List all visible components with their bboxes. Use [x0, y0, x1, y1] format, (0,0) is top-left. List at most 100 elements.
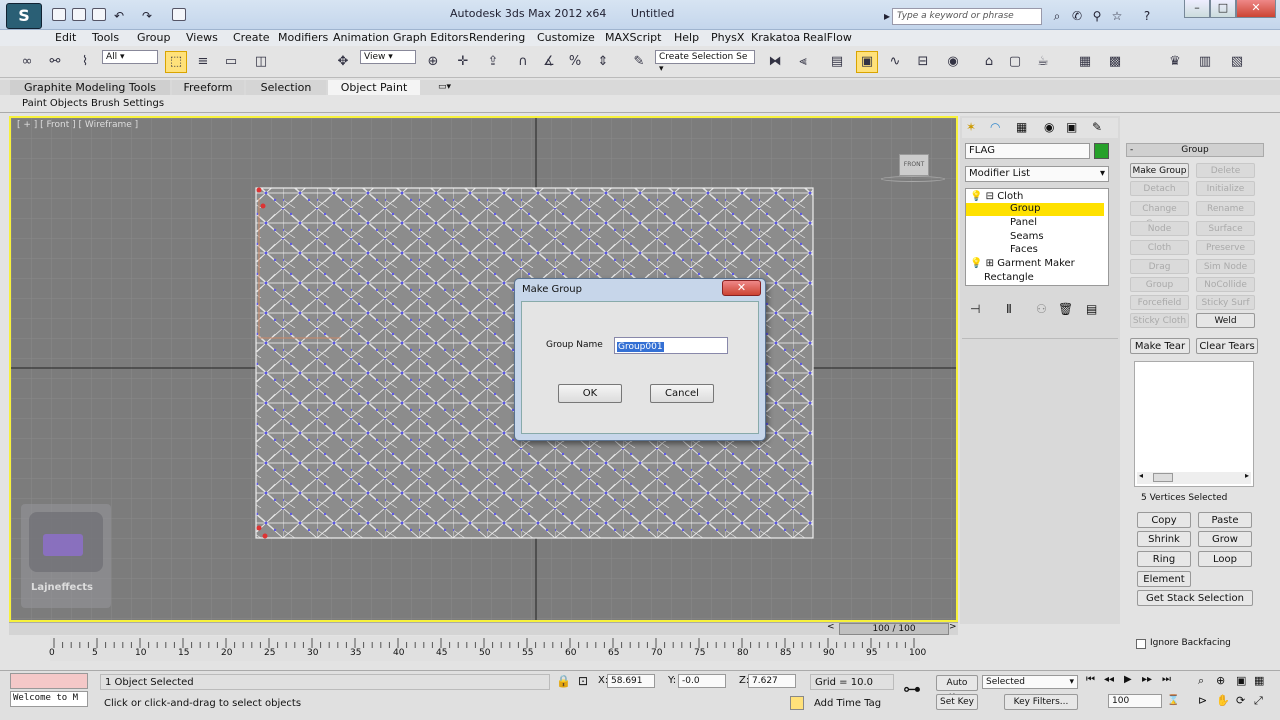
maxscript-listener-pink[interactable] — [10, 673, 88, 689]
named-selection-dropdown[interactable]: Create Selection Se ▾ — [655, 50, 755, 74]
group-rollout-header[interactable]: - Group — [1126, 143, 1264, 157]
exchange-icon[interactable]: ⚲ — [1090, 9, 1104, 23]
key-mode-dropdown[interactable]: Selected ▾ — [982, 675, 1078, 689]
display-tab-icon[interactable]: ▣ — [1066, 120, 1077, 134]
show-end-result-icon[interactable]: Ⅱ — [1006, 302, 1012, 316]
selection-filter-dropdown[interactable]: All ▾ — [102, 50, 158, 64]
current-frame-field[interactable]: 100 — [1108, 694, 1162, 708]
material-editor-icon[interactable]: ◉ — [942, 51, 964, 73]
menu-help[interactable]: Help — [674, 31, 699, 44]
shrink-button[interactable]: Shrink — [1137, 531, 1191, 547]
menu-physx[interactable]: PhysX — [711, 31, 744, 44]
curve-editor-icon[interactable]: ∿ — [884, 51, 906, 73]
time-slider-prev[interactable]: < — [827, 622, 835, 632]
stack-item-garment-maker[interactable]: 💡 ⊞ Garment Maker — [970, 258, 1075, 269]
track-bar[interactable]: 0 5 10 15 20 25 30 35 40 45 50 55 60 65 70 75 80 85 90 95 10… — [49, 636, 926, 661]
paste-button[interactable]: Paste — [1198, 512, 1252, 528]
favorites-icon[interactable]: ☆ — [1110, 9, 1124, 23]
y-coord-field[interactable]: -0.0 — [678, 674, 726, 688]
nocollide-button[interactable]: NoCollide — [1196, 277, 1255, 292]
go-to-end-icon[interactable]: ⏭ — [1162, 674, 1171, 685]
search-input[interactable]: Type a keyword or phrase — [892, 8, 1042, 25]
surface-button[interactable]: Surface — [1196, 221, 1255, 236]
add-time-tag[interactable]: Add Time Tag — [814, 698, 881, 709]
modify-tab-icon[interactable]: ◠ — [990, 120, 1000, 134]
initialize-button[interactable]: Initialize — [1196, 181, 1255, 196]
angle-snap-icon[interactable]: ∡ — [538, 51, 560, 73]
rendered-frame-icon[interactable]: ▢ — [1004, 51, 1026, 73]
zoom-icon[interactable]: ⌕ — [1198, 674, 1204, 688]
sim-node-button[interactable]: Sim Node — [1196, 259, 1255, 274]
group-name-input[interactable]: Group001 — [614, 337, 728, 354]
configure-modifier-sets-icon[interactable]: ▤ — [1086, 302, 1097, 316]
ok-button[interactable]: OK — [558, 384, 622, 403]
zoom-extents-icon[interactable]: ▣ — [1236, 674, 1246, 687]
object-name-field[interactable]: FLAG — [965, 143, 1090, 159]
menu-graph-editors[interactable]: Graph Editors — [393, 31, 469, 44]
pin-stack-icon[interactable]: ⊣ — [970, 302, 980, 316]
mirror-icon[interactable]: ⧓ — [764, 51, 786, 73]
detach-button[interactable]: Detach — [1130, 181, 1189, 196]
ignore-backfacing-checkbox[interactable] — [1136, 639, 1146, 649]
make-group-button[interactable]: Make Group — [1130, 163, 1189, 178]
binoculars-icon[interactable]: ⌕ — [1050, 9, 1064, 23]
tab-object-paint[interactable]: Object Paint — [328, 80, 420, 95]
drag-button[interactable]: Drag — [1130, 259, 1189, 274]
copy-button[interactable]: Copy — [1137, 512, 1191, 528]
get-stack-selection-button[interactable]: Get Stack Selection — [1137, 590, 1253, 606]
field-of-view-icon[interactable]: ⊳ — [1198, 694, 1207, 707]
menu-realflow[interactable]: RealFlow — [803, 31, 852, 44]
reference-coordinate-dropdown[interactable]: View ▾ — [360, 50, 416, 64]
key-filters-button[interactable]: Key Filters... — [1004, 694, 1078, 710]
clear-tears-button[interactable]: Clear Tears — [1196, 338, 1258, 354]
menu-rendering[interactable]: Rendering — [469, 31, 525, 44]
stack-item-cloth[interactable]: 💡 ⊟ Cloth — [970, 191, 1023, 202]
project-folder-icon[interactable] — [172, 8, 186, 21]
x-coord-field[interactable]: 58.691 — [607, 674, 655, 688]
snaps-toggle-icon[interactable]: ∩ — [512, 51, 534, 73]
forcefield-button[interactable]: Forcefield — [1130, 295, 1189, 310]
viewport-label[interactable]: [ + ] [ Front ] [ Wireframe ] — [17, 120, 138, 130]
dialog-close-button[interactable]: ✕ — [722, 280, 761, 296]
brush-settings-panel[interactable]: Brush Settings — [91, 98, 164, 109]
close-button[interactable]: ✕ — [1236, 0, 1276, 18]
time-slider[interactable]: < 100 / 100 > — [9, 622, 958, 635]
render-setup-icon[interactable]: ⌂ — [978, 51, 1000, 73]
ring-button[interactable]: Ring — [1137, 551, 1191, 567]
zoom-all-icon[interactable]: ⊕ — [1216, 674, 1225, 687]
tab-freeform[interactable]: Freeform — [172, 80, 244, 95]
maxscript-listener[interactable]: Welcome to M — [10, 691, 88, 707]
redo-icon[interactable]: ↷ — [140, 9, 154, 23]
tab-selection[interactable]: Selection — [246, 80, 326, 95]
graphite-toggle-icon[interactable]: ▣ — [856, 51, 878, 73]
paint-objects-panel[interactable]: Paint Objects — [22, 98, 88, 109]
utilities-tab-icon[interactable]: ✎ — [1092, 120, 1102, 134]
stack-item-seams[interactable]: Seams — [1010, 231, 1044, 242]
stack-item-group[interactable]: Group — [966, 203, 1104, 216]
stack-item-rectangle[interactable]: Rectangle — [984, 272, 1034, 283]
ribbon-options-icon[interactable]: ▭▾ — [438, 82, 451, 92]
align-icon[interactable]: ⫷ — [792, 51, 814, 73]
app-logo-icon[interactable]: S — [6, 3, 42, 29]
zoom-extents-all-icon[interactable]: ▦ — [1254, 674, 1264, 687]
select-by-name-icon[interactable]: ≡ — [192, 51, 214, 73]
node-button[interactable]: Node — [1130, 221, 1189, 236]
percent-snap-icon[interactable]: % — [564, 51, 586, 73]
group-button[interactable]: Group — [1130, 277, 1189, 292]
stack-item-faces[interactable]: Faces — [1010, 244, 1038, 255]
cloth-button[interactable]: Cloth — [1130, 240, 1189, 255]
viewport-front[interactable]: [ + ] [ Front ] [ Wireframe ] FRONT Lajn… — [9, 116, 958, 622]
viewcube-ring[interactable] — [881, 176, 945, 182]
set-key-button[interactable]: Set Key — [936, 694, 978, 710]
hierarchy-tab-icon[interactable]: ▦ — [1016, 120, 1027, 134]
minimize-button[interactable]: – — [1184, 0, 1210, 18]
phoenix-icon[interactable]: ▦ — [1074, 51, 1096, 73]
menu-krakatoa[interactable]: Krakatoa — [751, 31, 800, 44]
schematic-view-icon[interactable]: ⊟ — [912, 51, 934, 73]
make-tear-button[interactable]: Make Tear — [1130, 338, 1190, 354]
next-frame-icon[interactable]: ▸▸ — [1142, 674, 1152, 685]
viewcube[interactable]: FRONT — [899, 154, 929, 176]
auto-key-button[interactable]: Auto Key — [936, 675, 978, 703]
play-icon[interactable]: ▶ — [1124, 674, 1132, 685]
orbit-icon[interactable]: ⟳ — [1236, 694, 1245, 707]
